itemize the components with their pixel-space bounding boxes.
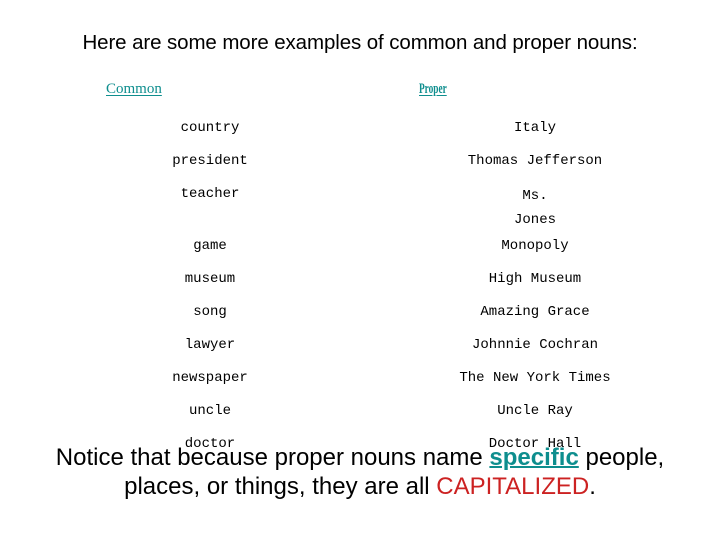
- common-noun-cell: game: [193, 238, 227, 254]
- noun-table: country Italy president Thomas Jefferson…: [0, 118, 720, 467]
- table-row: newspaper The New York Times: [0, 368, 720, 401]
- common-noun-cell: president: [172, 153, 248, 169]
- summary-caption: Notice that because proper nouns name sp…: [30, 443, 690, 501]
- proper-noun-cell: The New York Times: [459, 370, 611, 386]
- caption-period: .: [589, 473, 596, 500]
- common-noun-cell: song: [193, 304, 227, 320]
- page-title: Here are some more examples of common an…: [82, 31, 638, 54]
- table-row: uncle Uncle Ray: [0, 401, 720, 434]
- common-noun-cell: country: [180, 120, 240, 136]
- table-row: museum High Museum: [0, 269, 720, 302]
- proper-noun-cell: Amazing Grace: [480, 304, 590, 320]
- common-noun-cell: museum: [184, 271, 236, 287]
- column-header-proper: Proper: [419, 81, 447, 97]
- table-row: president Thomas Jefferson: [0, 151, 720, 184]
- common-noun-cell: newspaper: [172, 370, 248, 386]
- column-headers: Common Proper: [0, 81, 720, 103]
- proper-noun-cell: High Museum: [488, 271, 582, 287]
- caption-emphasis-capitalized: CAPITALIZED: [436, 473, 590, 500]
- common-noun-cell: uncle: [188, 403, 231, 419]
- proper-noun-cell: Ms. Jones: [513, 188, 556, 228]
- proper-noun-cell: Uncle Ray: [497, 403, 573, 419]
- table-row: lawyer Johnnie Cochran: [0, 335, 720, 368]
- common-noun-cell: teacher: [180, 186, 240, 202]
- table-row: song Amazing Grace: [0, 302, 720, 335]
- proper-noun-cell: Italy: [513, 120, 556, 136]
- proper-noun-cell: Thomas Jefferson: [467, 153, 603, 169]
- column-header-common: Common: [106, 81, 162, 97]
- proper-noun-cell: Monopoly: [501, 238, 569, 254]
- caption-lead-text: Notice that because proper nouns name: [55, 444, 490, 471]
- table-row: country Italy: [0, 118, 720, 151]
- slide-canvas: Here are some more examples of common an…: [0, 0, 720, 540]
- table-row: teacher Ms. Jones: [0, 184, 720, 236]
- common-noun-cell: lawyer: [184, 337, 236, 353]
- proper-noun-cell: Johnnie Cochran: [471, 337, 599, 353]
- table-row: game Monopoly: [0, 236, 720, 269]
- caption-emphasis-specific: specific: [489, 444, 579, 471]
